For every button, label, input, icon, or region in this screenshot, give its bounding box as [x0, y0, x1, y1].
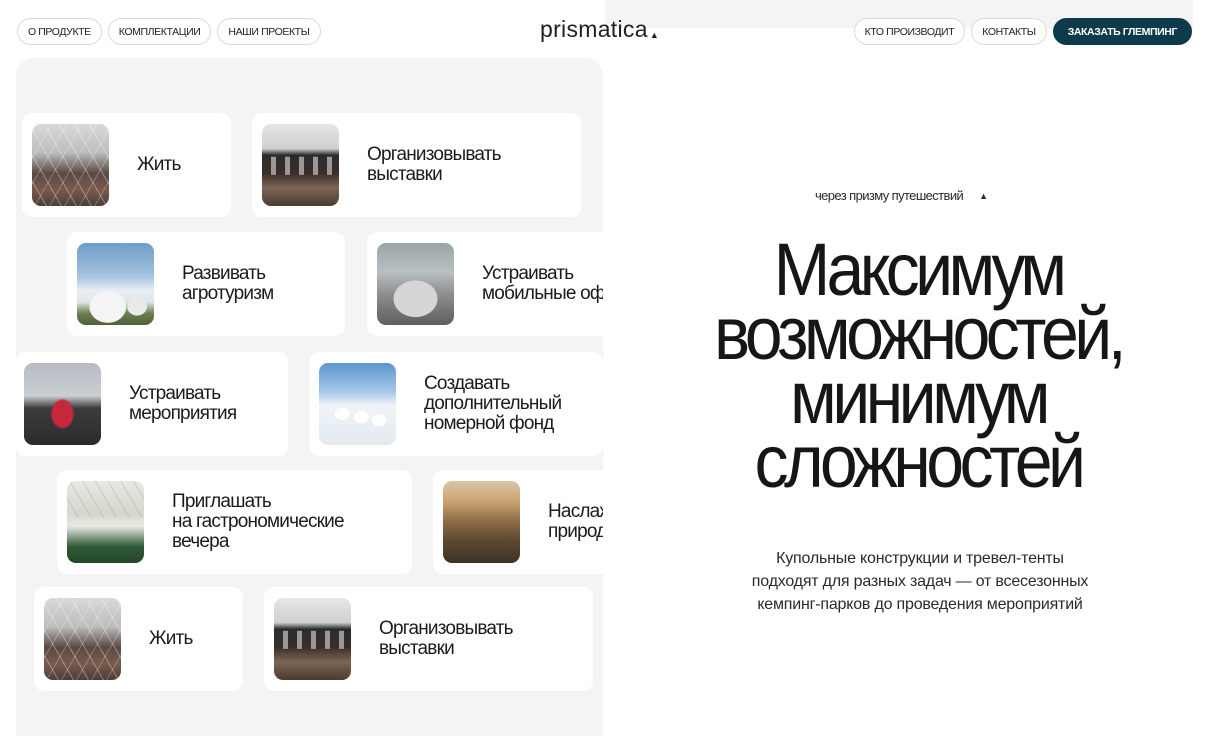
use-case-card[interactable]: Приглашать на гастрономические вечера — [57, 470, 412, 574]
nav-about[interactable]: О ПРОДУКТЕ — [17, 18, 102, 45]
use-case-label: Развивать агротуризм — [182, 263, 274, 304]
nav-right: КТО ПРОИЗВОДИТ КОНТАКТЫ ЗАКАЗАТЬ ГЛЕМПИН… — [853, 18, 1192, 45]
dome-grey-photo — [377, 243, 454, 325]
subtext-line: подходят для разных задач — от всесезонн… — [751, 573, 1089, 590]
use-case-label: Устраивать мероприятия — [129, 383, 237, 424]
gastro-dome-photo — [67, 481, 144, 563]
eyebrow-text: через призму путешествий — [815, 188, 964, 203]
logo-text: prismatica — [540, 16, 648, 42]
use-case-card[interactable]: Наслаждаться природой — [433, 470, 603, 574]
use-case-label: Организовывать выставки — [379, 618, 514, 659]
use-case-card[interactable]: Организовывать выставки — [252, 113, 581, 217]
use-case-label: Создавать дополнительный номерной фонд — [424, 373, 562, 434]
subtext-line: Купольные конструкции и тревел-тенты — [776, 550, 1064, 567]
hero-headline: Максимум возможностей, минимум сложносте… — [642, 233, 1194, 503]
use-case-card[interactable]: Создавать дополнительный номерной фонд — [309, 352, 603, 456]
dome-interior-photo — [44, 598, 121, 680]
domes-field-photo — [77, 243, 154, 325]
dome-gallery-photo — [262, 124, 339, 206]
order-glamping-button[interactable]: ЗАКАЗАТЬ ГЛЕМПИНГ — [1052, 18, 1192, 45]
use-case-card[interactable]: Организовывать выставки — [264, 587, 593, 691]
event-dome-photo — [24, 363, 101, 445]
use-case-label: Жить — [149, 628, 193, 649]
nav-configurations[interactable]: КОМПЛЕКТАЦИИ — [107, 18, 212, 45]
use-case-card[interactable]: Жить — [34, 587, 243, 691]
use-cases-gallery: Жить Организовывать выставки Развивать а… — [16, 58, 603, 736]
nature-sunset-photo — [443, 481, 520, 563]
triangle-icon: ▲ — [979, 190, 988, 201]
dome-interior-photo — [32, 124, 109, 206]
use-case-card[interactable]: Жить — [22, 113, 231, 217]
use-case-label: Наслаждаться природой — [548, 501, 603, 542]
nav-projects[interactable]: НАШИ ПРОЕКТЫ — [217, 18, 321, 45]
logo-triangle-icon: ▲ — [649, 30, 660, 40]
hero-eyebrow: через призму путешествий ▲ — [815, 188, 988, 203]
hero-subtext: Купольные конструкции и тревел-тенты под… — [700, 547, 1140, 616]
use-case-card[interactable]: Устраивать мобильные офисы — [367, 232, 603, 336]
use-case-card[interactable]: Развивать агротуризм — [67, 232, 345, 336]
use-case-label: Жить — [137, 154, 181, 175]
headline-line: сложностей — [754, 420, 1086, 503]
logo[interactable]: prismatica ▲ — [540, 16, 659, 43]
use-case-label: Приглашать на гастрономические вечера — [172, 491, 345, 552]
snow-domes-photo — [319, 363, 396, 445]
subtext-line: кемпинг-парков до проведения мероприятий — [757, 596, 1083, 613]
nav-manufacturer[interactable]: КТО ПРОИЗВОДИТ — [853, 18, 966, 45]
use-case-label: Организовывать выставки — [367, 144, 502, 185]
use-case-label: Устраивать мобильные офисы — [482, 263, 603, 304]
dome-gallery-photo — [274, 598, 351, 680]
nav-contacts[interactable]: КОНТАКТЫ — [971, 18, 1047, 45]
nav-left: О ПРОДУКТЕ КОМПЛЕКТАЦИИ НАШИ ПРОЕКТЫ — [17, 18, 321, 45]
use-case-card[interactable]: Устраивать мероприятия — [16, 352, 288, 456]
